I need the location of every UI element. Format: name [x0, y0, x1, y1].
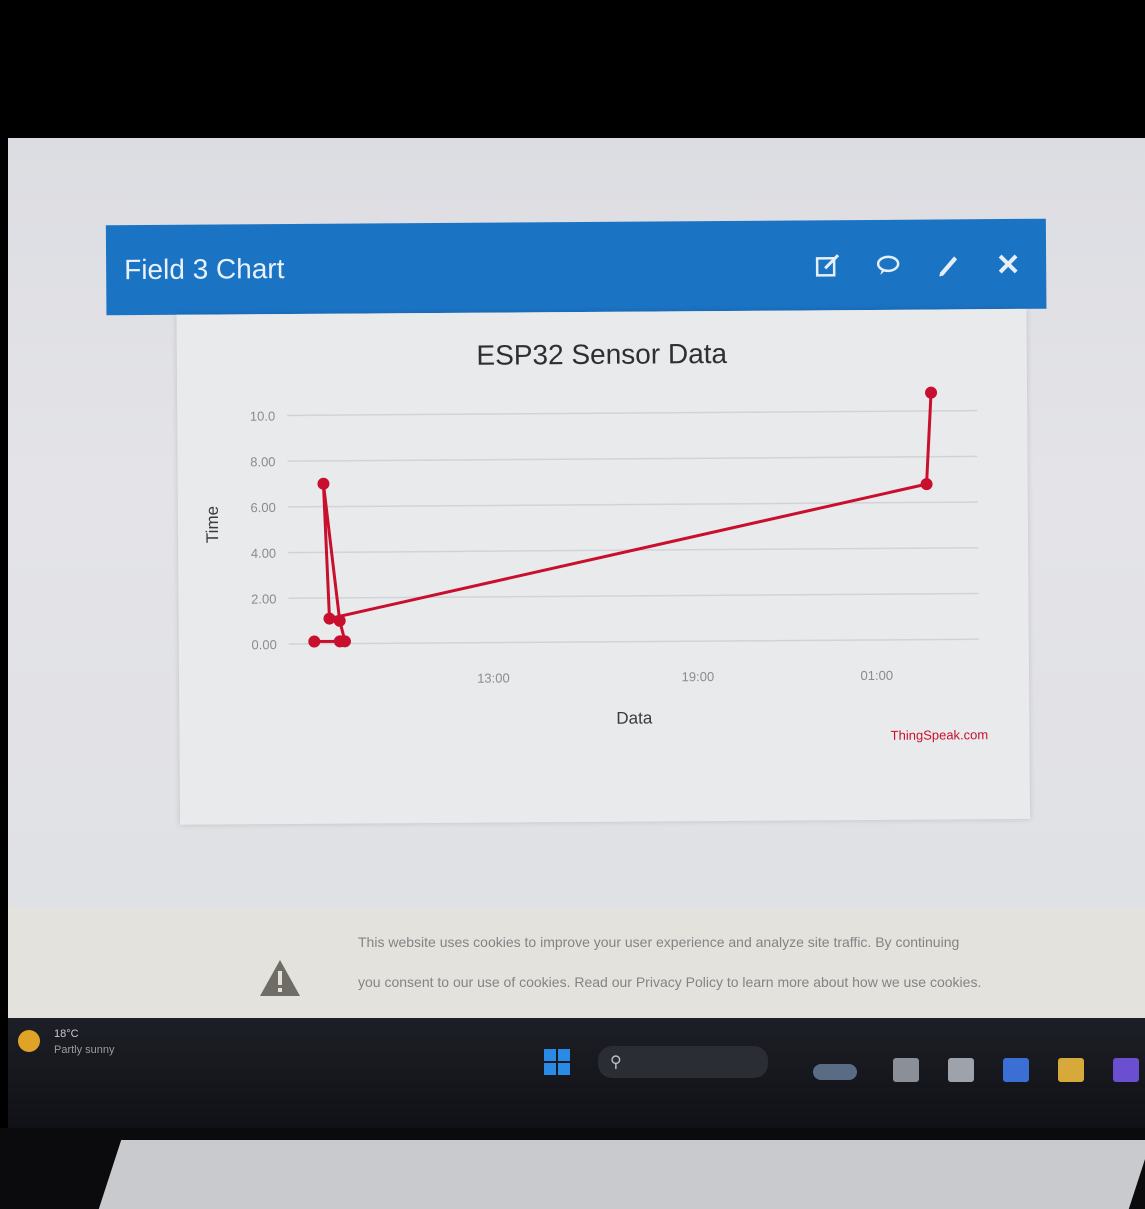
- laptop-keyboard-deck: [98, 1140, 1145, 1209]
- weather-condition: Partly sunny: [54, 1044, 115, 1056]
- y-tick-label: 6.00: [250, 500, 275, 515]
- file-explorer-icon[interactable]: [948, 1058, 974, 1082]
- gridline: [287, 409, 978, 417]
- data-point: [925, 386, 938, 399]
- search-icon: ⚲: [610, 1054, 622, 1071]
- y-tick-label: 8.00: [250, 454, 275, 469]
- gridline: [287, 455, 978, 462]
- data-point: [338, 635, 351, 648]
- notice-line-1: This website uses cookies to improve you…: [358, 934, 960, 950]
- cookie-notice: This website uses cookies to improve you…: [8, 908, 1145, 1018]
- data-point: [317, 477, 330, 490]
- y-tick-label: 4.00: [251, 546, 276, 561]
- x-tick-label: 01:00: [860, 668, 893, 683]
- taskbar: 18°C Partly sunny ⚲: [8, 1018, 1145, 1128]
- gridline: [288, 592, 979, 600]
- folder-icon[interactable]: [1058, 1058, 1084, 1082]
- data-point: [323, 612, 336, 625]
- chart-widget: Field 3 Chart ESP32 Sensor Data 10.0 8.00 6…: [105, 218, 1050, 846]
- x-tick-label: 13:00: [477, 670, 510, 685]
- close-icon[interactable]: [986, 242, 1030, 286]
- x-tick-label: 19:00: [682, 669, 715, 684]
- taskview-icon[interactable]: [893, 1058, 919, 1082]
- store-icon[interactable]: [1003, 1058, 1029, 1082]
- chart-title: ESP32 Sensor Data: [476, 338, 727, 371]
- y-axis-label: Time: [203, 506, 222, 543]
- series-line: [314, 392, 933, 644]
- data-point: [920, 478, 933, 491]
- data-point: [308, 635, 321, 648]
- edit-icon[interactable]: [806, 243, 850, 287]
- gridline: [287, 501, 978, 508]
- gridline: [288, 638, 979, 645]
- weather-temperature: 18°C: [54, 1028, 79, 1040]
- comment-icon[interactable]: [866, 243, 910, 287]
- notice-line-2: you consent to our use of cookies. Read …: [358, 974, 982, 990]
- warning-icon: [260, 960, 300, 996]
- chart-area: ESP32 Sensor Data 10.0 8.00 6.00 4.00 2.00 0.0…: [176, 308, 1031, 825]
- widgets-icon[interactable]: [813, 1064, 857, 1080]
- taskbar-search[interactable]: ⚲: [598, 1046, 768, 1078]
- sun-icon: [18, 1030, 40, 1052]
- widget-header: Field 3 Chart: [105, 218, 1047, 316]
- widget-title: Field 3 Chart: [124, 253, 285, 286]
- y-tick-label: 0.00: [251, 637, 276, 652]
- windows-start-icon[interactable]: [543, 1048, 571, 1076]
- chart-credit: ThingSpeak.com: [891, 727, 989, 743]
- app-icon[interactable]: [1113, 1058, 1139, 1082]
- y-tick-label: 10.0: [250, 409, 275, 424]
- data-point: [333, 614, 346, 627]
- x-axis-label: Data: [616, 708, 653, 727]
- screen: Field 3 Chart ESP32 Sensor Data 10.0 8.00 6…: [8, 138, 1145, 1018]
- weather-widget[interactable]: 18°C Partly sunny: [14, 1024, 154, 1074]
- chart-svg: ESP32 Sensor Data 10.0 8.00 6.00 4.00 2.00 0.0…: [203, 338, 989, 743]
- pencil-icon[interactable]: [926, 242, 970, 286]
- y-tick-label: 2.00: [251, 591, 276, 606]
